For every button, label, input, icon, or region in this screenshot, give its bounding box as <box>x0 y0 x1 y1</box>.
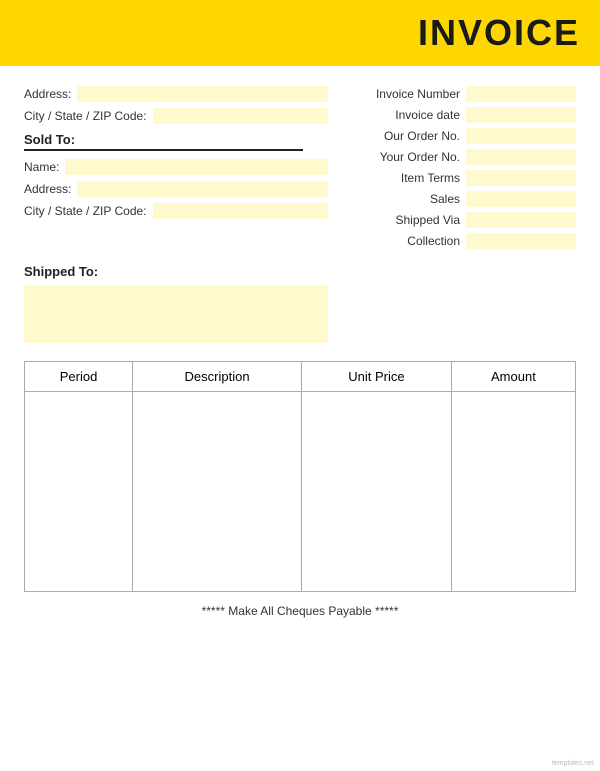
content-area: Address: City / State / ZIP Code: Sold T… <box>0 66 600 638</box>
invoice-header: INVOICE <box>0 0 600 66</box>
footer-text: ***** Make All Cheques Payable ***** <box>202 604 399 618</box>
address-row: Address: <box>24 86 328 102</box>
item-terms-label: Item Terms <box>401 171 460 185</box>
collection-label: Collection <box>407 234 460 248</box>
left-column: Address: City / State / ZIP Code: Sold T… <box>24 86 328 254</box>
col-period: Period <box>25 362 133 392</box>
sold-to-section: Sold To: Name: Address: City / State / Z… <box>24 132 328 219</box>
invoice-date-row: Invoice date <box>339 107 576 123</box>
sold-to-label: Sold To: <box>24 132 303 151</box>
col-description: Description <box>133 362 302 392</box>
address-label: Address: <box>24 87 71 101</box>
city-input[interactable] <box>153 108 328 124</box>
invoice-date-input[interactable] <box>466 107 576 123</box>
sold-city-row: City / State / ZIP Code: <box>24 203 328 219</box>
address-input[interactable] <box>77 86 327 102</box>
our-order-label: Our Order No. <box>384 129 460 143</box>
right-column: Invoice Number Invoice date Our Order No… <box>339 86 576 254</box>
invoice-page: INVOICE Address: City / State / ZIP Code… <box>0 0 600 771</box>
name-input[interactable] <box>65 159 327 175</box>
invoice-number-input[interactable] <box>466 86 576 102</box>
your-order-input[interactable] <box>466 149 576 165</box>
your-order-row: Your Order No. <box>339 149 576 165</box>
item-terms-row: Item Terms <box>339 170 576 186</box>
invoice-table: Period Description Unit Price Amount <box>24 361 576 592</box>
sales-row: Sales <box>339 191 576 207</box>
shipped-to-label: Shipped To: <box>24 264 576 279</box>
watermark: templates.net <box>552 760 594 767</box>
invoice-number-row: Invoice Number <box>339 86 576 102</box>
sold-address-label: Address: <box>24 182 71 196</box>
invoice-table-section: Period Description Unit Price Amount <box>24 361 576 592</box>
col-unit-price: Unit Price <box>302 362 452 392</box>
shipped-via-label: Shipped Via <box>396 213 461 227</box>
sold-address-input[interactable] <box>77 181 327 197</box>
cell-amount[interactable] <box>451 392 575 592</box>
invoice-title: INVOICE <box>418 12 580 53</box>
collection-input[interactable] <box>466 233 576 249</box>
sales-label: Sales <box>430 192 460 206</box>
cell-unit-price[interactable] <box>302 392 452 592</box>
top-section: Address: City / State / ZIP Code: Sold T… <box>24 86 576 254</box>
shipped-to-section: Shipped To: <box>24 264 576 343</box>
city-row: City / State / ZIP Code: <box>24 108 328 124</box>
invoice-date-label: Invoice date <box>395 108 460 122</box>
footer: ***** Make All Cheques Payable ***** <box>24 604 576 618</box>
sales-input[interactable] <box>466 191 576 207</box>
shipped-to-box[interactable] <box>24 285 328 343</box>
our-order-input[interactable] <box>466 128 576 144</box>
cell-description[interactable] <box>133 392 302 592</box>
name-row: Name: <box>24 159 328 175</box>
city-label: City / State / ZIP Code: <box>24 109 147 123</box>
collection-row: Collection <box>339 233 576 249</box>
sold-city-label: City / State / ZIP Code: <box>24 204 147 218</box>
item-terms-input[interactable] <box>466 170 576 186</box>
our-order-row: Our Order No. <box>339 128 576 144</box>
sold-address-row: Address: <box>24 181 328 197</box>
shipped-via-row: Shipped Via <box>339 212 576 228</box>
sold-city-input[interactable] <box>153 203 328 219</box>
shipped-via-input[interactable] <box>466 212 576 228</box>
your-order-label: Your Order No. <box>380 150 460 164</box>
col-amount: Amount <box>451 362 575 392</box>
name-label: Name: <box>24 160 59 174</box>
cell-period[interactable] <box>25 392 133 592</box>
table-row <box>25 392 576 592</box>
invoice-number-label: Invoice Number <box>376 87 460 101</box>
